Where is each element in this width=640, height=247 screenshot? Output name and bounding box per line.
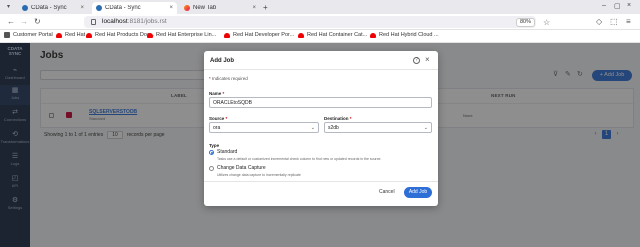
source-select[interactable]: ora ⌄ [209,122,319,133]
cdata-favicon-icon [22,5,28,11]
browser-nav-bar: ← → ↻ localhost:8181/jobs.rst 80% ☆ ◇ ⬚ … [0,14,640,30]
divider [204,181,438,182]
red-hat-icon [224,32,230,38]
red-hat-icon [370,32,376,38]
standard-description: Tasks use a default or customized increm… [217,157,382,161]
required-note: * Indicates required [209,76,248,81]
bookmarks-bar: Customer Portal Red Hat Red Hat Products… [0,30,640,43]
back-icon[interactable]: ← [7,17,15,27]
address-bar[interactable]: localhost:8181/jobs.rst [84,16,536,28]
standard-radio[interactable] [209,150,214,155]
bookmark-red-hat-container[interactable]: Red Hat Container Cat... [298,32,367,38]
cdc-description: Utilizes change data capture to incremen… [217,173,301,177]
bookmark-red-hat-products[interactable]: Red Hat Products Doc... [86,32,154,38]
cdc-label[interactable]: Change Data Capture [217,165,266,171]
browser-tab-2[interactable]: CData - Sync × [92,2,177,14]
browser-tab-3[interactable]: New Tab × [180,2,260,14]
add-job-submit-button[interactable]: Add Job [404,187,432,198]
close-window-icon[interactable]: × [627,2,631,9]
close-tab-icon[interactable]: × [169,5,173,11]
destination-select[interactable]: s2db ⌄ [324,122,432,133]
name-label: Name * [209,91,225,96]
red-hat-icon [298,32,304,38]
add-job-dialog: Add Job ? × * Indicates required Name * … [204,51,438,206]
help-icon[interactable]: ? [413,57,420,64]
bookmark-red-hat[interactable]: Red Hat [56,32,85,38]
browser-tab-bar: ▾ CData - Sync × CData - Sync × New Tab … [0,0,640,14]
close-tab-icon[interactable]: × [252,5,256,11]
red-hat-icon [56,32,62,38]
bookmark-icon [4,32,10,38]
menu-icon[interactable]: ≡ [626,17,631,26]
tab-list-icon[interactable]: ▾ [7,3,10,10]
page-info-icon[interactable] [91,19,96,25]
cdc-radio[interactable] [209,166,214,171]
divider [204,69,438,70]
bookmark-red-hat-hybrid-cloud[interactable]: Red Hat Hybrid Cloud ... [370,32,439,38]
close-tab-icon[interactable]: × [80,5,84,11]
chevron-down-icon: ⌄ [310,125,315,131]
chevron-down-icon: ⌄ [423,125,428,131]
source-label: Source * [209,116,228,121]
extensions-icon[interactable]: ⬚ [610,17,618,26]
cancel-button[interactable]: Cancel [379,189,395,195]
dialog-title: Add Job [210,58,234,64]
maximize-icon[interactable]: ▢ [614,2,621,10]
reload-icon[interactable]: ↻ [34,17,41,27]
red-hat-icon [147,32,153,38]
type-label: Type [209,143,220,148]
bookmark-star-icon[interactable]: ☆ [543,18,550,27]
minimize-icon[interactable]: – [602,2,606,9]
standard-label[interactable]: Standard [217,149,237,155]
cdata-favicon-icon [96,5,102,11]
firefox-favicon-icon [184,5,190,11]
bookmark-red-hat-developer[interactable]: Red Hat Developer Por... [224,32,294,38]
destination-label: Destination * [324,116,352,121]
bookmark-red-hat-enterprise[interactable]: Red Hat Enterprise Lin... [147,32,216,38]
red-hat-icon [86,32,92,38]
browser-tab-1[interactable]: CData - Sync × [18,2,88,14]
zoom-level[interactable]: 80% [516,18,536,27]
bookmark-customer-portal[interactable]: Customer Portal [4,32,53,38]
close-icon[interactable]: × [425,55,430,64]
forward-icon[interactable]: → [20,17,28,27]
name-field[interactable]: ORACLEtoSQDB [209,97,432,108]
new-tab-button[interactable]: + [263,3,268,12]
pocket-icon[interactable]: ◇ [596,17,602,26]
